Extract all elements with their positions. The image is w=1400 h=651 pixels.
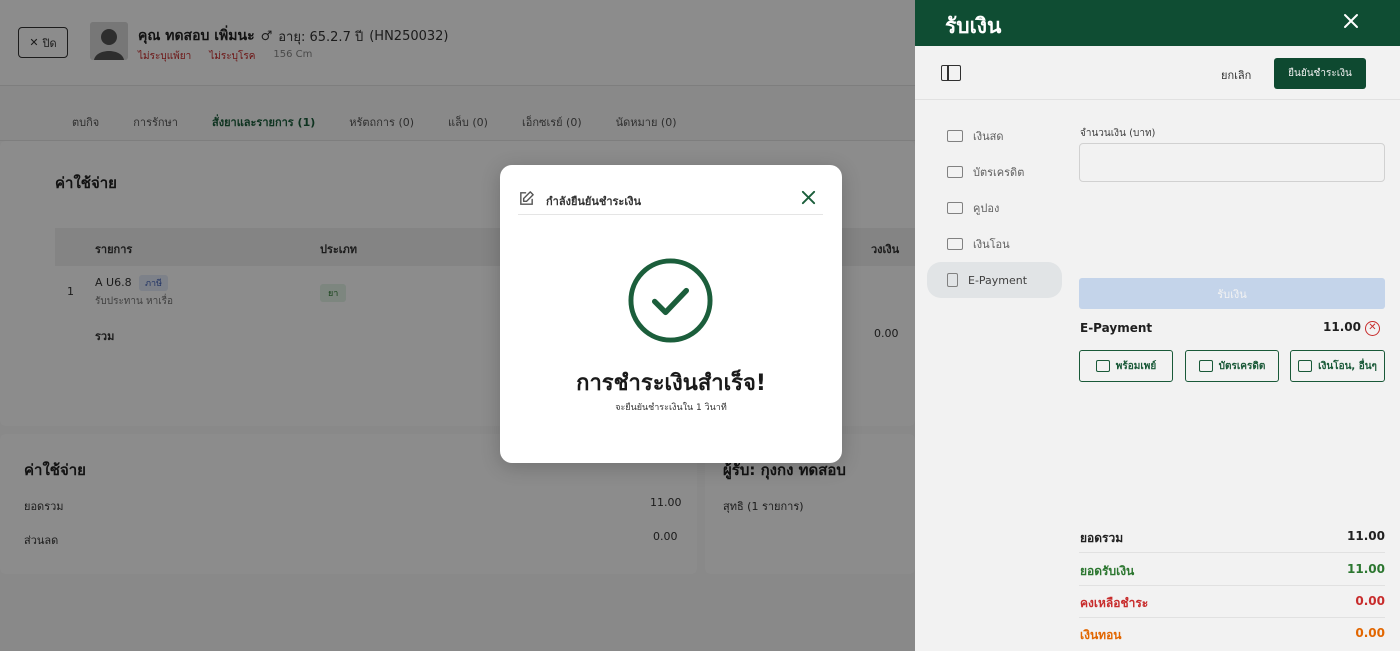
epay-label: E-Payment <box>1080 321 1153 335</box>
amount-label: จำนวนเงิน (บาท) <box>1080 128 1156 139</box>
credit-card-icon <box>947 166 963 178</box>
method-coupon[interactable]: คูปอง <box>927 190 1062 226</box>
method-transfer[interactable]: เงินโอน <box>927 226 1062 262</box>
qr-icon <box>1095 360 1110 372</box>
transfer-other-button[interactable]: เงินโอน, อื่นๆ <box>1290 350 1385 382</box>
edit-icon <box>520 191 534 205</box>
receive-payment-drawer: รับเงิน ยกเลิก ยืนยันชำระเงิน เงินสด บัต… <box>915 0 1400 651</box>
drawer-toolbar: ยกเลิก ยืนยันชำระเงิน <box>915 46 1400 100</box>
amount-input[interactable] <box>1079 143 1385 182</box>
credit-card-label: บัตรเครดิต <box>1218 360 1266 372</box>
receive-button[interactable]: รับเงิน <box>1079 278 1385 309</box>
received-label: ยอดรับเงิน <box>1080 564 1135 578</box>
credit-card-icon <box>1198 360 1213 372</box>
promptpay-label: พร้อมเพย์ <box>1115 360 1157 372</box>
sidebar-toggle-icon[interactable] <box>941 65 961 81</box>
coupon-icon <box>947 202 963 214</box>
remaining-label: คงเหลือชำระ <box>1080 596 1149 610</box>
remaining-value: 0.00 <box>1355 594 1385 608</box>
credit-card-button[interactable]: บัตรเครดิต <box>1185 350 1279 382</box>
total-row-change: เงินทอน 0.00 <box>1079 618 1385 650</box>
drawer-header: รับเงิน <box>915 0 1400 46</box>
change-value: 0.00 <box>1355 626 1385 640</box>
drawer-title: รับเงิน <box>945 14 1002 38</box>
method-label: E-Payment <box>968 273 1028 287</box>
drawer-close-icon[interactable] <box>1341 12 1361 32</box>
method-cash[interactable]: เงินสด <box>927 118 1062 154</box>
total-row-sum: ยอดรวม 11.00 <box>1079 521 1385 553</box>
cash-icon <box>947 130 963 142</box>
e-payment-icon <box>947 273 958 287</box>
bank-icon <box>1298 360 1313 372</box>
success-subtitle: จะยืนยันชำระเงินใน 1 วินาที <box>615 403 727 413</box>
total-row-received: ยอดรับเงิน 11.00 <box>1079 554 1385 586</box>
transfer-other-label: เงินโอน, อื่นๆ <box>1318 360 1377 372</box>
modal-header: กำลังยืนยันชำระเงิน <box>518 187 823 215</box>
method-label: บัตรเครดิต <box>973 166 1025 179</box>
cancel-button[interactable]: ยกเลิก <box>1221 66 1251 84</box>
received-value: 11.00 <box>1347 562 1385 576</box>
bank-icon <box>947 238 963 250</box>
remove-icon[interactable]: ✕ <box>1365 321 1380 336</box>
confirm-payment-button[interactable]: ยืนยันชำระเงิน <box>1274 58 1366 89</box>
modal-close-icon[interactable] <box>800 189 817 206</box>
payment-success-modal: กำลังยืนยันชำระเงิน การชำระเงินสำเร็จ! จ… <box>500 165 842 463</box>
success-check-icon <box>628 258 713 343</box>
method-label: เงินสด <box>973 130 1004 143</box>
method-e-payment[interactable]: E-Payment <box>927 262 1062 298</box>
epay-amount: 11.00 <box>1323 320 1361 334</box>
payment-method-list: เงินสด บัตรเครดิต คูปอง เงินโอน E-Paymen… <box>927 118 1062 298</box>
method-label: เงินโอน <box>973 238 1010 251</box>
method-label: คูปอง <box>973 202 1000 215</box>
modal-title: กำลังยืนยันชำระเงิน <box>546 195 641 208</box>
total-label: ยอดรวม <box>1080 531 1124 545</box>
method-credit-card[interactable]: บัตรเครดิต <box>927 154 1062 190</box>
success-title: การชำระเงินสำเร็จ! <box>576 371 766 396</box>
change-label: เงินทอน <box>1080 628 1122 642</box>
promptpay-button[interactable]: พร้อมเพย์ <box>1079 350 1173 382</box>
total-value: 11.00 <box>1347 529 1385 543</box>
total-row-remaining: คงเหลือชำระ 0.00 <box>1079 586 1385 618</box>
